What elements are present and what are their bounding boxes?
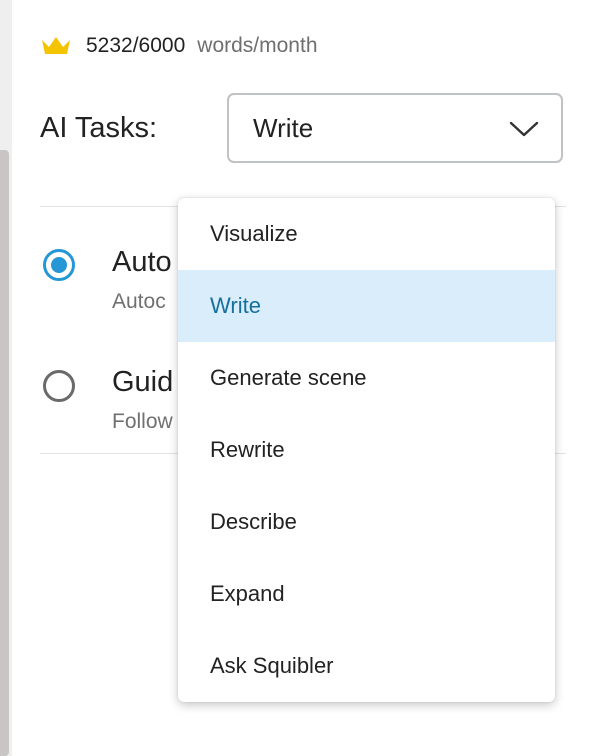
menu-item-generate-scene[interactable]: Generate scene xyxy=(178,342,555,414)
auto-mode-description: Autoc xyxy=(112,290,166,313)
usage-unit: words/month xyxy=(197,34,318,57)
auto-mode-radio[interactable] xyxy=(43,249,75,281)
auto-mode-title: Auto xyxy=(112,246,172,278)
ai-task-select-value: Write xyxy=(253,112,314,143)
menu-item-write[interactable]: Write xyxy=(178,270,555,342)
word-usage: 5232/6000 words/month xyxy=(40,30,318,62)
guided-mode-description: Follow xyxy=(112,410,173,433)
menu-item-ask-squibler[interactable]: Ask Squibler xyxy=(178,630,555,702)
menu-item-rewrite[interactable]: Rewrite xyxy=(178,414,555,486)
guided-mode-title: Guid xyxy=(112,366,174,398)
menu-item-expand[interactable]: Expand xyxy=(178,558,555,630)
chevron-down-icon xyxy=(509,121,539,137)
crown-icon xyxy=(42,37,70,54)
ai-task-select[interactable]: Write xyxy=(227,93,563,163)
usage-count: 5232/6000 xyxy=(86,34,186,57)
guided-mode-radio[interactable] xyxy=(43,370,75,402)
menu-item-visualize[interactable]: Visualize xyxy=(178,198,555,270)
ai-tasks-label: AI Tasks: xyxy=(40,112,158,144)
scrollbar-thumb[interactable] xyxy=(0,150,9,756)
radio-checked-dot xyxy=(51,257,67,273)
menu-item-describe[interactable]: Describe xyxy=(178,486,555,558)
ai-task-dropdown-menu: Visualize Write Generate scene Rewrite D… xyxy=(178,198,555,702)
